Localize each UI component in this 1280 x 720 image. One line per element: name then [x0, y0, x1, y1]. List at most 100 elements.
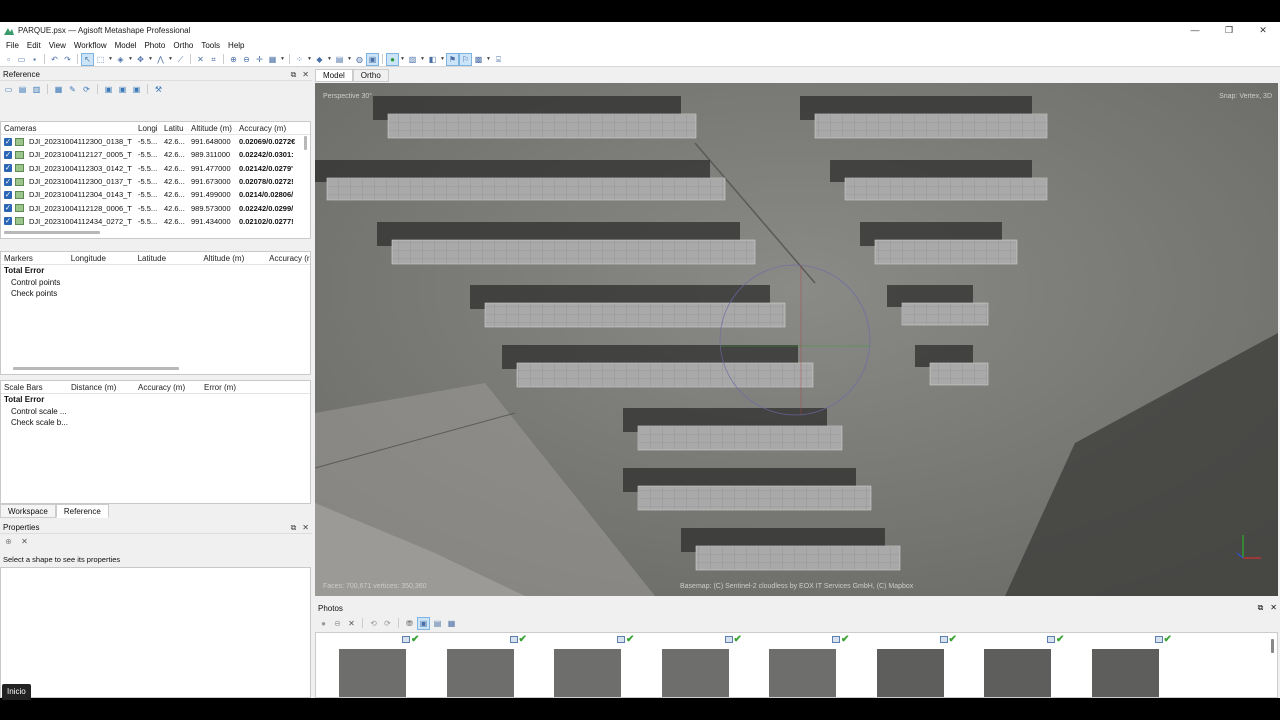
checkbox[interactable]: ✓	[4, 190, 12, 199]
tree-row-check-scale-bars[interactable]: Check scale b...	[1, 417, 310, 429]
tab-reference[interactable]: Reference	[55, 504, 109, 518]
tree-row-check-points[interactable]: Check points	[1, 288, 310, 300]
navigation-pointer-icon[interactable]: ↖	[81, 52, 94, 66]
redo-icon[interactable]: ↷	[62, 54, 73, 65]
rotate-left-icon[interactable]: ⟲	[368, 618, 379, 629]
select-shape-icon[interactable]: ◈	[115, 54, 126, 65]
rectangle-select-icon[interactable]: ⬚	[95, 54, 106, 65]
dropdown-arrow-icon[interactable]: ▼	[108, 54, 113, 65]
dropdown-arrow-icon[interactable]: ▼	[440, 54, 445, 65]
horizontal-scrollbar[interactable]	[4, 231, 100, 234]
tree-row-control-scale-bars[interactable]: Control scale ...	[1, 406, 310, 418]
column-header[interactable]: Cameras	[1, 124, 135, 133]
stereo-icon[interactable]: ⌸	[493, 54, 504, 65]
menu-tools[interactable]: Tools	[197, 41, 224, 50]
tab-workspace[interactable]: Workspace	[0, 504, 56, 518]
column-header[interactable]: Accuracy (m)	[236, 124, 302, 133]
checkbox[interactable]: ✓	[4, 150, 12, 159]
checkbox[interactable]: ✓	[4, 137, 12, 146]
dropdown-arrow-icon[interactable]: ▼	[327, 54, 332, 65]
table-row[interactable]: ✓ DJI_20231004112127_0005_T -5.5... 42.6...…	[1, 148, 310, 161]
close-button[interactable]: ✕	[1246, 22, 1280, 38]
menu-workflow[interactable]: Workflow	[70, 41, 111, 50]
photo-thumbnail[interactable]	[554, 649, 621, 697]
menu-model[interactable]: Model	[111, 41, 141, 50]
draw-polyline-icon[interactable]: ⋀	[155, 54, 166, 65]
remove-property-icon[interactable]: ✕	[19, 536, 30, 547]
minimize-button[interactable]: —	[1178, 22, 1212, 38]
model-shaded-icon[interactable]: ◆	[314, 54, 325, 65]
column-header[interactable]: Scale Bars	[1, 383, 68, 392]
vertical-scrollbar[interactable]	[304, 136, 307, 150]
delete-selection-icon[interactable]: ✕	[195, 54, 206, 65]
column-header[interactable]: Longi	[135, 124, 161, 133]
enable-cameras-icon[interactable]: ●	[318, 618, 329, 629]
table-row[interactable]: ✓ DJI_20231004112300_0137_T -5.5... 42.6...…	[1, 175, 310, 188]
convert-reference-icon[interactable]: ▦	[53, 84, 64, 95]
menu-photo[interactable]: Photo	[140, 41, 169, 50]
zoom-out-icon[interactable]: ⊖	[241, 54, 252, 65]
start-button[interactable]: Inicio	[2, 684, 31, 700]
tab-ortho[interactable]: Ortho	[352, 69, 389, 82]
crop-selection-icon[interactable]: ⌗	[208, 54, 219, 65]
table-row[interactable]: ✓ DJI_20231004112434_0272_T -5.5... 42.6...…	[1, 215, 310, 228]
view-estimated-icon[interactable]: ▣	[117, 84, 128, 95]
dropdown-arrow-icon[interactable]: ▼	[347, 54, 352, 65]
dropdown-arrow-icon[interactable]: ▼	[486, 54, 491, 65]
show-flags-icon[interactable]: ⚐	[459, 52, 472, 66]
photo-thumbnail[interactable]	[769, 649, 836, 697]
float-panel-icon[interactable]: ⧉	[291, 70, 297, 80]
reset-view-icon[interactable]: ✛	[254, 54, 265, 65]
table-row[interactable]: ✓ DJI_20231004112303_0142_T -5.5... 42.6...…	[1, 162, 310, 175]
show-aligned-icon[interactable]: ▩	[473, 54, 484, 65]
menu-edit[interactable]: Edit	[23, 41, 45, 50]
move-object-icon[interactable]: ✥	[135, 54, 146, 65]
column-header[interactable]: Accuracy (m)	[135, 383, 201, 392]
open-icon[interactable]: ▭	[16, 54, 27, 65]
tree-row-control-points[interactable]: Control points	[1, 277, 310, 289]
show-cameras-icon[interactable]: ▣	[366, 52, 379, 66]
photo-thumbnail[interactable]	[339, 649, 406, 697]
add-property-icon[interactable]: ⊕	[3, 536, 14, 547]
column-header[interactable]: Longitude	[68, 254, 135, 263]
checkbox[interactable]: ✓	[4, 164, 12, 173]
column-header[interactable]: Altitude (m)	[188, 124, 236, 133]
update-transform-icon[interactable]: ⟳	[81, 84, 92, 95]
column-header[interactable]: Accuracy (r	[266, 254, 310, 263]
dropdown-arrow-icon[interactable]: ▼	[128, 54, 133, 65]
import-reference-icon[interactable]: ▭	[3, 84, 14, 95]
maximize-button[interactable]: ❐	[1212, 22, 1246, 38]
table-row[interactable]: ✓ DJI_20231004112128_0006_T -5.5... 42.6...…	[1, 201, 310, 214]
float-panel-icon[interactable]: ⧉	[291, 523, 297, 533]
column-header[interactable]: Markers	[1, 254, 68, 263]
view-errors-icon[interactable]: ▣	[131, 84, 142, 95]
photo-thumbnail[interactable]	[661, 649, 729, 697]
undo-icon[interactable]: ↶	[49, 54, 60, 65]
menu-view[interactable]: View	[45, 41, 70, 50]
show-images-icon[interactable]: ▣	[417, 616, 430, 630]
menu-ortho[interactable]: Ortho	[169, 41, 197, 50]
photo-thumbnail[interactable]	[1091, 649, 1159, 697]
view-grid-icon[interactable]: ▦	[267, 54, 278, 65]
globe-basemap-icon[interactable]: ●	[386, 52, 399, 66]
point-cloud-icon[interactable]: ⁘	[294, 54, 305, 65]
column-header[interactable]: Latitude	[135, 254, 201, 263]
dropdown-arrow-icon[interactable]: ▼	[148, 54, 153, 65]
show-shapes-icon[interactable]: ▨	[407, 54, 418, 65]
ruler-icon[interactable]: ⟋	[175, 54, 186, 65]
column-header[interactable]: Distance (m)	[68, 383, 135, 392]
close-panel-icon[interactable]: ✕	[302, 523, 309, 533]
zoom-in-icon[interactable]: ⊕	[228, 54, 239, 65]
photo-thumbnail[interactable]	[876, 649, 944, 697]
rotate-right-icon[interactable]: ⟳	[382, 618, 393, 629]
export-reference-icon[interactable]: ▤	[17, 84, 28, 95]
new-document-icon[interactable]: ▫	[3, 54, 14, 65]
photo-thumbnail[interactable]	[446, 649, 514, 697]
dropdown-arrow-icon[interactable]: ▼	[280, 54, 285, 65]
tiled-model-icon[interactable]: ▤	[334, 54, 345, 65]
tree-row-total-error[interactable]: Total Error	[1, 394, 310, 406]
show-markers-icon[interactable]: ⚑	[446, 52, 459, 66]
horizontal-scrollbar[interactable]	[13, 367, 179, 370]
dropdown-arrow-icon[interactable]: ▼	[307, 54, 312, 65]
column-header[interactable]: Error (m)	[201, 383, 267, 392]
